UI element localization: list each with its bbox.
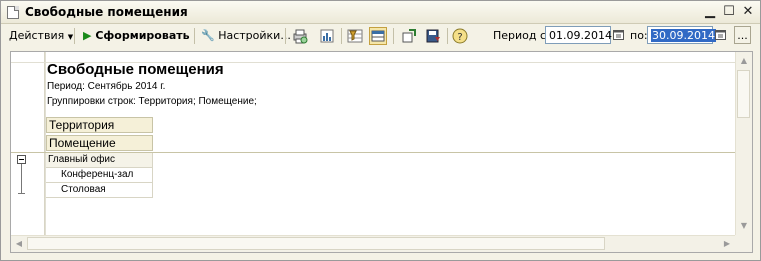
actions-label: Действия — [9, 29, 65, 42]
table-view-icon[interactable] — [369, 27, 387, 45]
toolbar-separator — [194, 28, 195, 44]
scroll-up-icon[interactable]: ▲ — [736, 53, 752, 69]
list-item[interactable]: Конференц-зал — [46, 168, 153, 183]
period-select-button[interactable]: ... — [734, 26, 751, 44]
scroll-down-icon[interactable]: ▼ — [736, 218, 752, 234]
maximize-icon[interactable]: ☐ — [721, 4, 737, 20]
report-window: Свободные помещения ▁ ☐ ✕ Действия ▼ ▶ С… — [0, 0, 761, 261]
close-icon[interactable]: ✕ — [740, 4, 756, 20]
chart-icon[interactable] — [319, 28, 335, 44]
load-settings-icon[interactable] — [401, 28, 417, 44]
column-header-territory: Территория — [46, 117, 153, 133]
vertical-scrollbar[interactable]: ▲ ▼ — [735, 52, 752, 235]
toolbar-separator — [285, 28, 286, 44]
period-to-label: по: — [630, 29, 648, 42]
column-header-room: Помещение — [46, 135, 153, 151]
generate-label: Сформировать — [95, 29, 190, 42]
save-settings-icon[interactable] — [425, 28, 441, 44]
period-from-label: Период с: — [493, 29, 550, 42]
report-title: Свободные помещения — [47, 61, 224, 78]
print-preview-icon[interactable] — [292, 28, 308, 44]
period-from-field[interactable]: 01.09.2014 — [545, 26, 612, 44]
calendar-icon[interactable] — [613, 29, 624, 40]
scroll-right-icon[interactable]: ▶ — [719, 236, 735, 252]
help-icon[interactable]: ? — [452, 28, 468, 44]
tree-line — [18, 193, 25, 194]
scroll-left-icon[interactable]: ◀ — [11, 236, 27, 252]
document-icon — [7, 6, 19, 19]
vertical-scroll-thumb[interactable] — [737, 70, 750, 118]
settings-button[interactable]: 🔧 Настройки... — [201, 27, 291, 45]
report-grouping: Группировки строк: Территория; Помещение… — [47, 96, 257, 107]
dropdown-arrow-icon: ▼ — [67, 33, 74, 41]
collapse-icon[interactable] — [17, 155, 26, 164]
wrench-icon: 🔧 — [201, 29, 215, 42]
group-row-main-office[interactable]: Главный офис — [46, 153, 153, 168]
settings-label: Настройки... — [218, 29, 291, 42]
calendar-icon[interactable] — [715, 29, 726, 40]
horizontal-scrollbar[interactable]: ◀ ▶ — [11, 235, 735, 252]
list-item[interactable]: Столовая — [46, 183, 153, 198]
toolbar-separator — [74, 28, 75, 44]
period-to-value: 30.09.2014 — [651, 29, 716, 42]
title-bar: Свободные помещения ▁ ☐ ✕ — [1, 1, 760, 24]
play-icon: ▶ — [83, 29, 92, 42]
filter-icon[interactable] — [347, 28, 363, 44]
toolbar-separator — [393, 28, 394, 44]
generate-button[interactable]: ▶ Сформировать — [83, 27, 190, 45]
toolbar-separator — [447, 28, 448, 44]
horizontal-scroll-thumb[interactable] — [27, 237, 605, 250]
grouping-gutter — [11, 52, 45, 235]
report-period: Период: Сентябрь 2014 г. — [47, 81, 166, 92]
minimize-icon[interactable]: ▁ — [702, 4, 718, 20]
period-to-field[interactable]: 30.09.2014 — [647, 26, 716, 44]
report-area: Свободные помещения Период: Сентябрь 201… — [10, 51, 753, 253]
svg-text:?: ? — [457, 32, 462, 43]
window-title: Свободные помещения — [25, 5, 188, 19]
actions-menu[interactable]: Действия ▼ — [9, 27, 73, 45]
scrollbar-corner — [735, 235, 752, 252]
toolbar-separator — [341, 28, 342, 44]
tree-line — [21, 164, 22, 193]
toolbar: Действия ▼ ▶ Сформировать 🔧 Настройки... — [1, 24, 760, 48]
